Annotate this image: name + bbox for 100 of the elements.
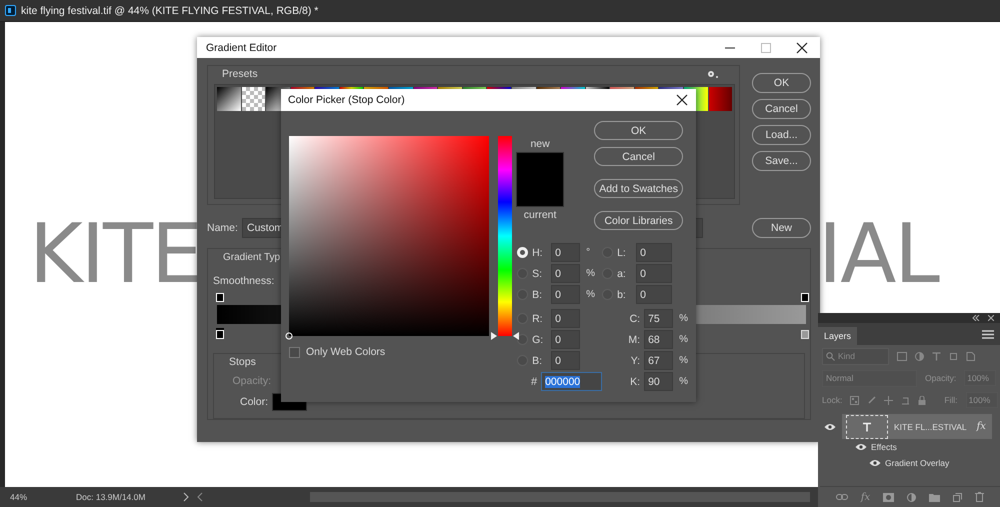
new-layer-icon[interactable]	[953, 492, 962, 502]
dialog-button[interactable]: OK	[594, 121, 684, 140]
field-label: G:	[532, 334, 544, 346]
gradient-preset[interactable]	[242, 87, 266, 111]
value-field[interactable]: 0	[551, 264, 580, 283]
opacity-stop[interactable]	[216, 293, 224, 302]
unit-label: °	[586, 247, 590, 258]
document-title: kite flying festival.tif @ 44% (KITE FLYING FESTIVAL, RGB/8) *	[21, 4, 318, 16]
unit-label: %	[679, 355, 688, 366]
value-field[interactable]: 0	[551, 351, 580, 370]
new-button[interactable]: New	[752, 218, 811, 238]
opacity-label: Opacity:	[925, 373, 956, 383]
hue-marker-icon[interactable]	[513, 332, 519, 340]
value-field[interactable]: 75	[644, 309, 674, 328]
folder-icon[interactable]	[929, 492, 940, 502]
settings-icon[interactable]	[707, 70, 719, 78]
type-filter-icon[interactable]	[932, 352, 941, 360]
value-field[interactable]: 0	[551, 309, 580, 328]
adjustment-icon[interactable]	[907, 492, 916, 502]
dialog-button[interactable]: Save...	[752, 151, 811, 171]
presets-label: Presets	[222, 68, 258, 80]
field-label: b:	[617, 288, 627, 300]
value-field[interactable]: 0	[636, 285, 672, 304]
current-color-swatch[interactable]	[517, 180, 564, 206]
value-field[interactable]: 0	[636, 264, 672, 283]
field-label: B:	[532, 354, 544, 366]
lock-label: Lock:	[822, 395, 842, 405]
value-field[interactable]: 90	[644, 372, 674, 391]
hex-field[interactable]: 000000	[541, 372, 602, 391]
color-stop[interactable]	[801, 330, 809, 340]
close-icon[interactable]	[676, 94, 688, 106]
value-field[interactable]: 67	[644, 351, 674, 370]
eye-icon[interactable]	[855, 443, 867, 451]
radio-button[interactable]	[517, 334, 528, 345]
dialog-button[interactable]: Cancel	[752, 99, 811, 119]
fill-label: Fill:	[944, 395, 958, 405]
checkerboard-icon[interactable]	[850, 396, 860, 404]
current-label: current	[524, 209, 556, 221]
close-icon[interactable]	[796, 42, 808, 54]
layer-row[interactable]: KITE FL...ESTIVAL fx	[842, 414, 992, 439]
unit-label: %	[586, 268, 595, 279]
effects-badge[interactable]: fx	[976, 421, 986, 432]
close-icon[interactable]	[988, 315, 994, 321]
layers-tab[interactable]: Layers	[818, 327, 858, 345]
shape-filter-icon[interactable]	[949, 352, 958, 360]
dialog-button[interactable]: Cancel	[594, 147, 684, 166]
opacity-label: Opacity:	[231, 375, 271, 388]
color-marker-icon[interactable]	[285, 332, 293, 340]
smoothness-label: Smoothness:	[213, 275, 274, 287]
dialog-button[interactable]: Add to Swatches	[594, 179, 684, 198]
dialog-button[interactable]: Load...	[752, 125, 811, 145]
canvas-text: IAL	[818, 207, 938, 302]
menu-icon[interactable]	[982, 330, 994, 338]
image-filter-icon[interactable]	[897, 352, 907, 360]
effect-row[interactable]: Gradient Overlay	[885, 455, 950, 471]
lock-icon[interactable]	[918, 396, 926, 404]
checkbox[interactable]	[289, 346, 300, 358]
value-field[interactable]: 0	[551, 330, 580, 349]
stops-label: Stops	[229, 356, 256, 368]
opacity-stop[interactable]	[801, 293, 809, 302]
link-icon[interactable]	[836, 493, 848, 501]
search-icon	[826, 352, 835, 360]
unit-label: %	[586, 289, 595, 300]
field-label: L:	[617, 246, 627, 258]
gradient-type-label: Gradient Typ	[223, 252, 280, 263]
dialog-button[interactable]: OK	[752, 73, 811, 93]
unit-label: %	[679, 313, 688, 324]
maximize-icon[interactable]	[760, 42, 772, 54]
hex-label: #	[530, 376, 538, 388]
value-field[interactable]: 0	[636, 243, 672, 262]
new-color-swatch	[517, 153, 564, 180]
zoom-level[interactable]: 44%	[10, 492, 70, 502]
unit-label: %	[679, 376, 688, 387]
field-label: H:	[532, 246, 544, 258]
value-field[interactable]: 0	[551, 243, 580, 262]
app-icon	[5, 5, 16, 16]
field-label: S:	[532, 268, 544, 280]
canvas-text: KITE	[29, 207, 201, 302]
value-field[interactable]: 68	[644, 330, 674, 349]
field-label: K:	[629, 376, 640, 388]
name-label: Name:	[207, 222, 239, 234]
chevron-right-icon[interactable]	[182, 492, 190, 502]
gradient-preset[interactable]	[217, 87, 241, 111]
dialog-title: Color Picker (Stop Color)	[288, 94, 405, 106]
collapse-icon[interactable]	[972, 315, 980, 321]
eye-icon[interactable]	[824, 422, 836, 430]
dialog-button[interactable]: Color Libraries	[594, 211, 684, 230]
field-label: a:	[617, 268, 627, 280]
mask-icon[interactable]	[883, 492, 894, 502]
horizontal-scrollbar[interactable]	[310, 492, 810, 502]
value-field[interactable]: 0	[551, 285, 580, 304]
chevron-left-icon[interactable]	[196, 492, 204, 502]
trash-icon[interactable]	[975, 492, 984, 502]
dialog-title: Gradient Editor	[206, 42, 277, 54]
document-icon[interactable]	[966, 352, 975, 360]
eye-icon[interactable]	[869, 459, 881, 467]
field-label: M:	[627, 334, 640, 346]
hue-marker-icon[interactable]	[491, 332, 497, 340]
effect-row[interactable]: Effects	[871, 439, 897, 455]
adjustment-filter-icon[interactable]	[915, 352, 924, 360]
